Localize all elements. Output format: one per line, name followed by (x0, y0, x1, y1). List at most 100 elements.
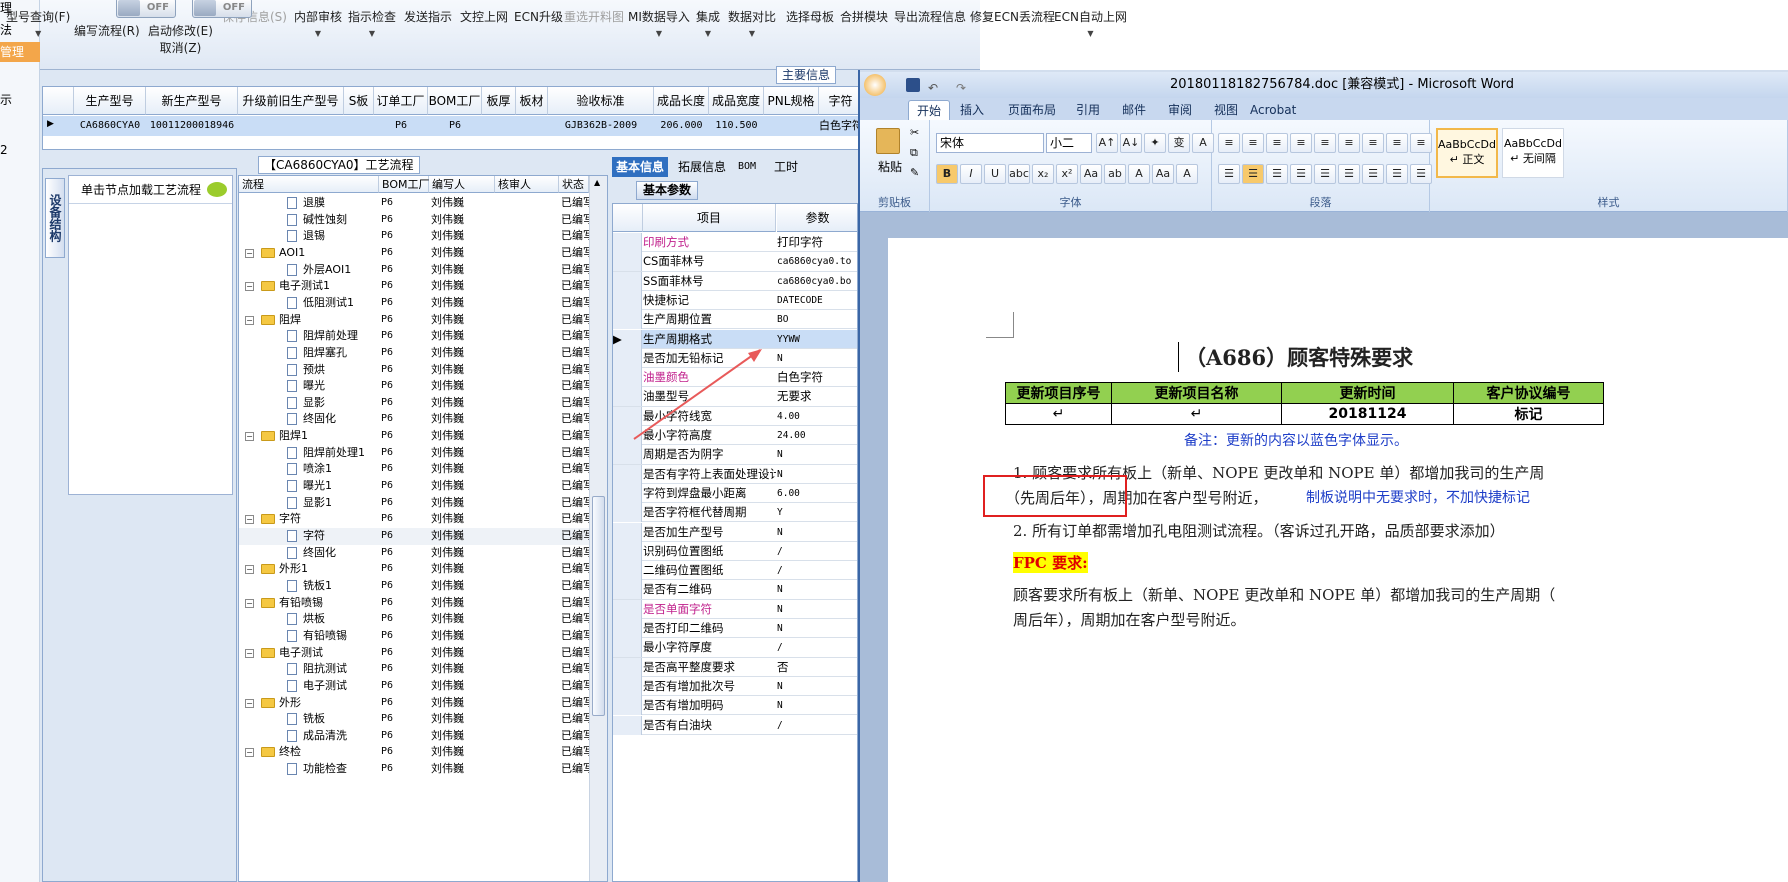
params-row[interactable]: CS面菲林号 ca6860cya0.to (613, 252, 857, 272)
toolbar-button[interactable]: 文控上网 (460, 8, 508, 25)
grid-header[interactable]: 成品宽度 (709, 87, 764, 115)
param-value[interactable]: N (777, 580, 857, 599)
param-value[interactable]: Y (777, 503, 857, 522)
toolbar-button[interactable]: 发送指示 (404, 8, 452, 25)
bold-icon[interactable]: B (936, 164, 958, 184)
param-value[interactable]: N (777, 445, 857, 464)
paragraph-tool-icon[interactable]: ≡ (1338, 133, 1360, 153)
ribbon-tab[interactable]: 视图 (1206, 100, 1246, 120)
param-value[interactable]: N (777, 465, 857, 484)
tree-row[interactable]: 烘板 P6 刘伟巍 已编写 (239, 611, 594, 628)
param-tab[interactable]: 基本信息 (612, 157, 669, 177)
param-value[interactable]: 4.00 (777, 407, 857, 426)
grid-cell[interactable]: 10011200018946 (146, 116, 238, 136)
tree-row[interactable]: − 外形 P6 刘伟巍 已编写 (239, 695, 594, 712)
param-value[interactable]: DATECODE (777, 291, 857, 310)
tree-row[interactable]: 碱性蚀刻 P6 刘伟巍 已编写 (239, 212, 594, 229)
align-icon[interactable]: ☰ (1362, 164, 1384, 184)
toolbar-button[interactable]: MI数据导入 ▼ (628, 8, 690, 38)
grid-header[interactable]: 板材 (516, 87, 548, 115)
scroll-thumb[interactable] (592, 496, 605, 716)
params-header[interactable]: 参数 (777, 204, 857, 232)
align-icon[interactable]: ☰ (1218, 164, 1240, 184)
align-icon[interactable]: ☰ (1290, 164, 1312, 184)
tree-row[interactable]: − 有铅喷锡 P6 刘伟巍 已编写 (239, 595, 594, 612)
highlight-icon[interactable]: ab (1104, 164, 1126, 184)
expand-toggle-icon[interactable]: − (245, 698, 254, 708)
toolbar-button[interactable]: 型号查询(F) ▼ (6, 8, 70, 38)
office-button-icon[interactable] (864, 74, 886, 96)
document-page[interactable]: （A686）顾客特殊要求 更新项目序号 更新项目名称 更新时间 客户协议编号 ↵ ↵ 2018… (888, 238, 1788, 882)
param-value[interactable]: ca6860cya0.to (777, 252, 857, 271)
tree-row[interactable]: 铣板1 P6 刘伟巍 已编写 (239, 578, 594, 595)
align-icon[interactable]: ☰ (1338, 164, 1360, 184)
align-icon[interactable]: ☰ (1266, 164, 1288, 184)
paste-label[interactable]: 粘贴 (878, 158, 902, 175)
tree-row[interactable]: 成品清洗 P6 刘伟巍 已编写 (239, 728, 594, 745)
tree-row[interactable]: 字符 P6 刘伟巍 已编写 (239, 528, 594, 545)
tree-row[interactable]: − 阻焊 P6 刘伟巍 已编写 (239, 312, 594, 329)
params-row[interactable]: 是否加生产型号 N (613, 522, 857, 542)
tree-row[interactable]: 喷涂1 P6 刘伟巍 已编写 (239, 461, 594, 478)
ribbon-tab[interactable]: 页面布局 (1000, 100, 1064, 120)
toolbar-button[interactable]: 编写流程(R) (74, 22, 140, 39)
tree-row[interactable]: − 阻焊1 P6 刘伟巍 已编写 (239, 428, 594, 445)
chevron-up-icon[interactable]: ▲ (594, 178, 600, 187)
expand-toggle-icon[interactable]: − (245, 432, 254, 442)
tree-row[interactable]: 外层AOI1 P6 刘伟巍 已编写 (239, 262, 594, 279)
expand-toggle-icon[interactable]: − (245, 598, 254, 608)
save-icon[interactable] (906, 78, 920, 92)
param-value[interactable]: N (777, 600, 857, 619)
align-icon[interactable]: ☰ (1386, 164, 1408, 184)
tree-row[interactable]: 显影 P6 刘伟巍 已编写 (239, 395, 594, 412)
toolbar-button[interactable]: ECN升级 (514, 8, 563, 25)
param-value[interactable]: 无要求 (777, 387, 857, 406)
params-row[interactable]: 是否字符框代替周期 Y (613, 503, 857, 523)
toolbar-button[interactable]: 启动修改(E) 取消(Z) (148, 22, 213, 56)
grid-header[interactable]: 验收标准 (548, 87, 654, 115)
font-size-combo[interactable]: 小二 (1046, 133, 1092, 153)
font-tool-icon[interactable]: 变 (1168, 133, 1190, 153)
params-row[interactable]: 是否高平整度要求 否 (613, 657, 857, 677)
paragraph-tool-icon[interactable]: ≡ (1314, 133, 1336, 153)
paragraph-tool-icon[interactable]: ≡ (1218, 133, 1240, 153)
grid-header[interactable]: BOM工厂 (428, 87, 482, 115)
equipment-structure-tab[interactable]: 设备结构 (45, 178, 65, 258)
params-row[interactable]: SS面菲林号 ca6860cya0.bo (613, 271, 857, 291)
tree-row[interactable]: 阻焊塞孔 P6 刘伟巍 已编写 (239, 345, 594, 362)
font-tool-icon[interactable]: A (1192, 133, 1214, 153)
tree-row[interactable]: 阻抗测试 P6 刘伟巍 已编写 (239, 661, 594, 678)
paragraph-tool-icon[interactable]: ≡ (1242, 133, 1264, 153)
param-value[interactable]: YYWW (777, 330, 857, 349)
toggle-switch[interactable]: OFF (116, 0, 176, 18)
tree-row[interactable]: − 终检 P6 刘伟巍 已编写 (239, 744, 594, 761)
expand-toggle-icon[interactable]: − (245, 748, 254, 758)
tree-row[interactable]: 曝光 P6 刘伟巍 已编写 (239, 378, 594, 395)
underline-icon[interactable]: U (984, 164, 1006, 184)
tree-row[interactable]: 阻焊前处理 P6 刘伟巍 已编写 (239, 328, 594, 345)
tree-header[interactable]: 状态 (559, 176, 589, 193)
expand-toggle-icon[interactable]: − (245, 282, 254, 292)
param-value[interactable]: / (777, 561, 857, 580)
toolbar-button[interactable]: 导出流程信息 (894, 8, 966, 25)
params-row[interactable]: 是否单面字符 N (613, 599, 857, 619)
grid-cell[interactable]: GJB362B-2009 (548, 116, 654, 136)
superscript-icon[interactable]: x² (1056, 164, 1078, 184)
font-name-combo[interactable]: 宋体 (936, 133, 1044, 153)
param-tab[interactable]: BOM (734, 157, 760, 177)
process-node-list[interactable]: 单击节点加载工艺流程 (68, 175, 233, 495)
char-shading-icon[interactable]: Aa (1152, 164, 1174, 184)
tree-header[interactable]: 核审人 (495, 176, 559, 193)
grid-header[interactable]: S板 (344, 87, 374, 115)
param-value[interactable]: 否 (777, 658, 857, 677)
tree-row[interactable]: − 电子测试 P6 刘伟巍 已编写 (239, 645, 594, 662)
tree-row[interactable]: 显影1 P6 刘伟巍 已编写 (239, 495, 594, 512)
params-row[interactable]: 快捷标记 DATECODE (613, 290, 857, 311)
tree-row[interactable]: 预烘 P6 刘伟巍 已编写 (239, 362, 594, 379)
params-row[interactable]: 是否有增加明码 N (613, 696, 857, 716)
grid-header[interactable]: 成品长度 (654, 87, 709, 115)
ribbon-tab[interactable]: Acrobat (1242, 100, 1304, 120)
grid-cell[interactable]: 206.000 (654, 116, 709, 136)
grid-header[interactable]: 生产型号 (74, 87, 146, 115)
tree-row[interactable]: 有铅喷锡 P6 刘伟巍 已编写 (239, 628, 594, 645)
